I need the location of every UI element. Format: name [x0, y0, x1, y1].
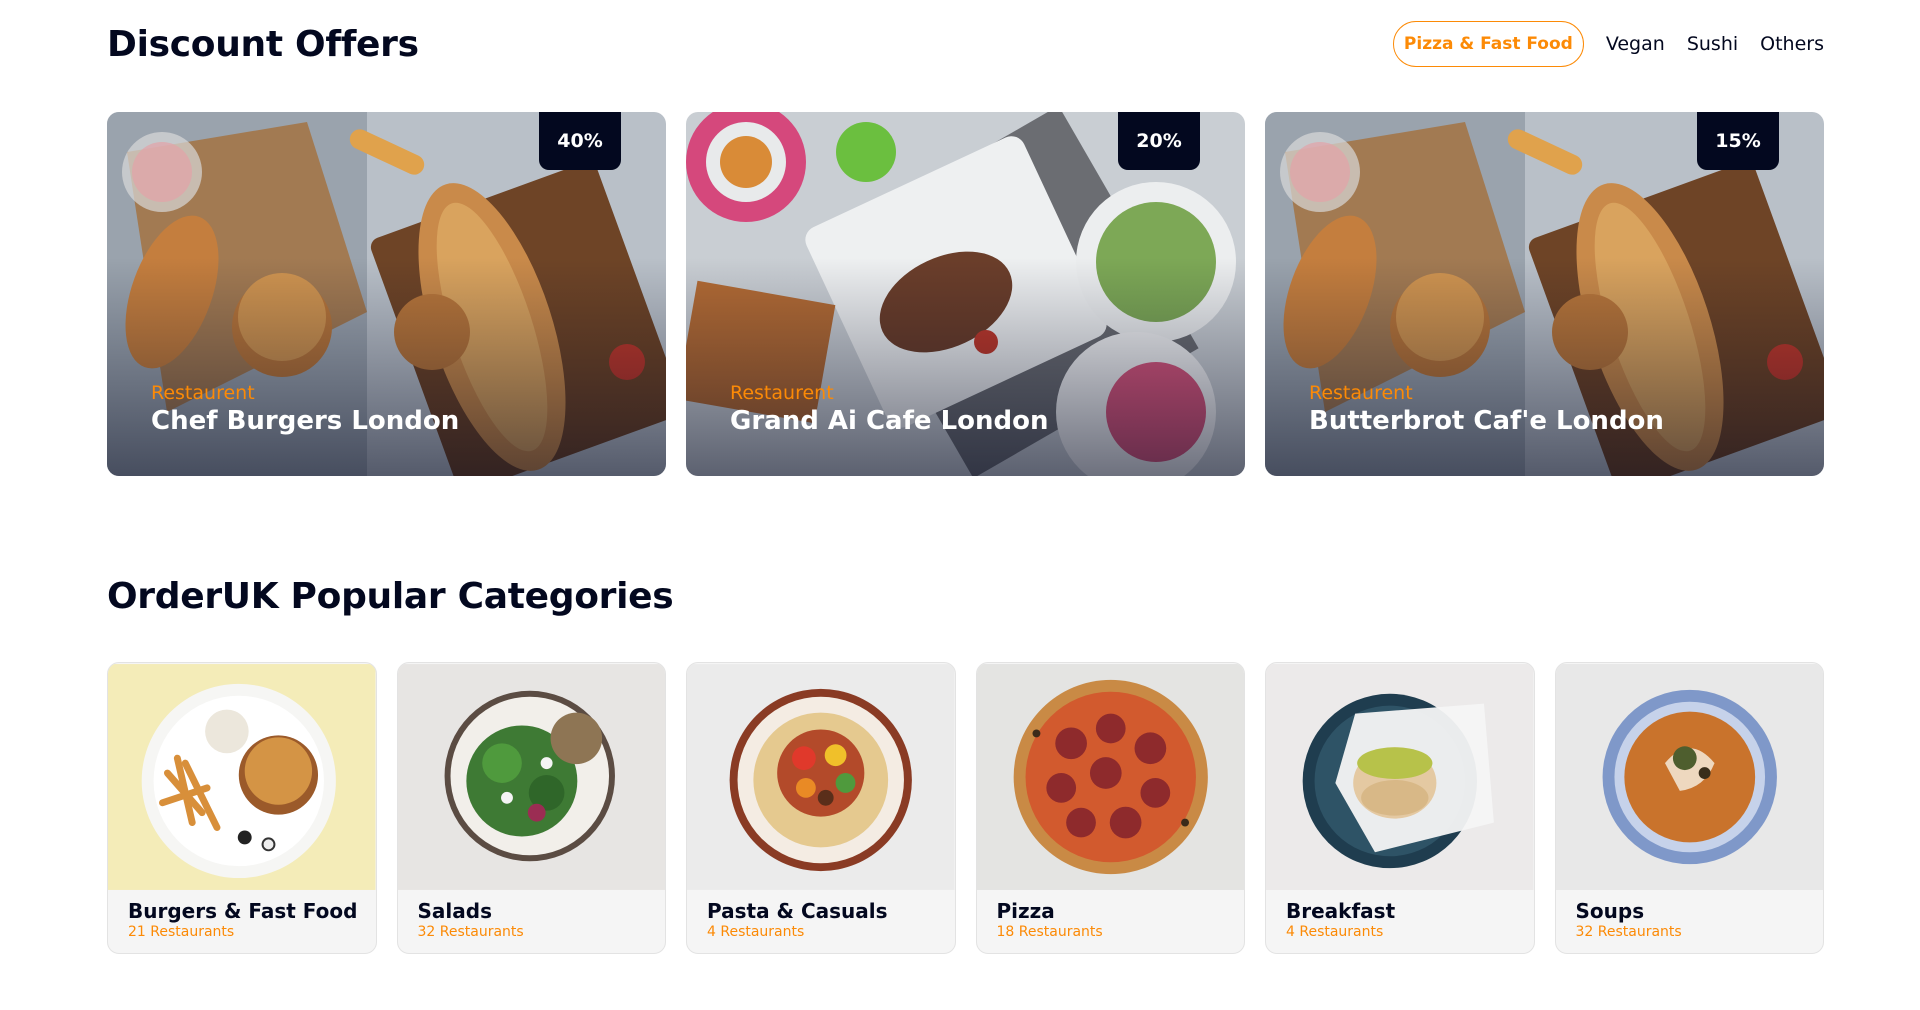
category-name: Breakfast [1286, 899, 1396, 923]
tab-vegan[interactable]: Vegan [1606, 33, 1665, 55]
pepperoni-pizza-photo [976, 664, 1244, 890]
breakfast-bagel-photo [1266, 664, 1534, 890]
category-card-soups[interactable]: Soups 32 Restaurants [1554, 662, 1824, 954]
category-count: 4 Restaurants [707, 924, 805, 940]
category-count: 32 Restaurants [417, 924, 524, 940]
offer-filter-tabs: Pizza & Fast Food Vegan Sushi Others [1392, 21, 1824, 67]
offer-name: Grand Ai Cafe London [730, 406, 1049, 436]
offer-card-grand-ai-cafe[interactable]: 20% Restaurent Grand Ai Cafe London [686, 112, 1245, 476]
offer-cards: 40% Restaurent Chef Burgers London 20% R… [107, 112, 1824, 476]
category-name: Soups [1575, 899, 1645, 923]
offer-name: Butterbrot Caf'e London [1309, 406, 1664, 436]
tab-others[interactable]: Others [1760, 33, 1824, 55]
category-info: Salads 32 Restaurants [398, 891, 666, 941]
category-info: Burgers & Fast Food 21 Restaurants [108, 891, 376, 941]
offer-kind: Restaurent [1309, 382, 1413, 404]
category-name: Pizza [996, 899, 1055, 923]
categories-title: OrderUK Popular Categories [107, 576, 674, 617]
category-cards: Burgers & Fast Food 21 Restaurants Salad… [107, 662, 1824, 954]
category-info: Pizza 18 Restaurants [977, 891, 1245, 941]
salad-bowl-photo [397, 664, 665, 890]
category-card-pizza[interactable]: Pizza 18 Restaurants [975, 662, 1245, 954]
offers-title: Discount Offers [107, 23, 419, 65]
offer-kind: Restaurent [151, 382, 255, 404]
category-card-salads[interactable]: Salads 32 Restaurants [396, 662, 666, 954]
category-name: Burgers & Fast Food [128, 899, 358, 923]
offer-caption: Restaurent Butterbrot Caf'e London [1309, 382, 1664, 438]
burger-fries-plate-photo [108, 664, 376, 890]
category-name: Salads [417, 899, 492, 923]
tab-sushi[interactable]: Sushi [1687, 33, 1738, 55]
category-info: Pasta & Casuals 4 Restaurants [687, 891, 955, 941]
offer-caption: Restaurent Grand Ai Cafe London [730, 382, 1049, 438]
page: Discount Offers Pizza & Fast Food Vegan … [0, 0, 1920, 1010]
category-name: Pasta & Casuals [707, 899, 888, 923]
soup-bowl-photo [1555, 664, 1823, 890]
category-count: 18 Restaurants [996, 924, 1103, 940]
category-card-burgers[interactable]: Burgers & Fast Food 21 Restaurants [107, 662, 377, 954]
offer-caption: Restaurent Chef Burgers London [151, 382, 459, 438]
offer-card-chef-burgers[interactable]: 40% Restaurent Chef Burgers London [107, 112, 666, 476]
category-info: Soups 32 Restaurants [1556, 891, 1824, 941]
discount-badge: 15% [1697, 112, 1779, 170]
offers-header: Discount Offers Pizza & Fast Food Vegan … [107, 18, 1824, 70]
category-card-pasta[interactable]: Pasta & Casuals 4 Restaurants [686, 662, 956, 954]
discount-badge: 40% [539, 112, 621, 170]
offer-kind: Restaurent [730, 382, 834, 404]
pasta-plate-photo [687, 664, 955, 890]
category-count: 32 Restaurants [1575, 924, 1682, 940]
category-card-breakfast[interactable]: Breakfast 4 Restaurants [1265, 662, 1535, 954]
offer-card-butterbrot-cafe[interactable]: 15% Restaurent Butterbrot Caf'e London [1265, 112, 1824, 476]
category-count: 4 Restaurants [1286, 924, 1384, 940]
tab-pizza-fast-food[interactable]: Pizza & Fast Food [1392, 21, 1584, 67]
category-count: 21 Restaurants [128, 924, 235, 940]
discount-badge: 20% [1118, 112, 1200, 170]
offer-name: Chef Burgers London [151, 406, 460, 436]
category-info: Breakfast 4 Restaurants [1266, 891, 1534, 941]
